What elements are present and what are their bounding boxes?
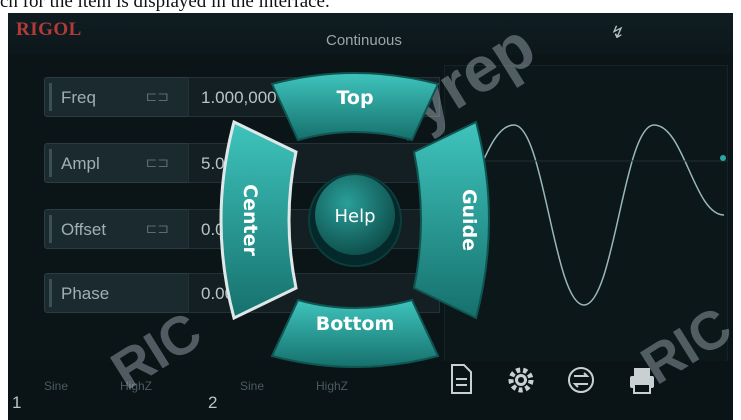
top-button[interactable]: Top <box>270 72 440 142</box>
help-button-label: Help <box>334 206 375 227</box>
help-button[interactable]: Help <box>308 173 402 267</box>
center-button[interactable]: Center <box>219 119 298 321</box>
guide-button[interactable]: Guide <box>412 120 490 320</box>
bottom-button[interactable]: Bottom <box>270 298 440 368</box>
top-button-label: Top <box>336 87 373 109</box>
bottom-button-label: Bottom <box>316 313 395 335</box>
help-overlay: Top Bottom Center Guide Help <box>219 72 490 368</box>
guide-button-label: Guide <box>458 189 480 251</box>
center-button-label: Center <box>239 184 261 256</box>
